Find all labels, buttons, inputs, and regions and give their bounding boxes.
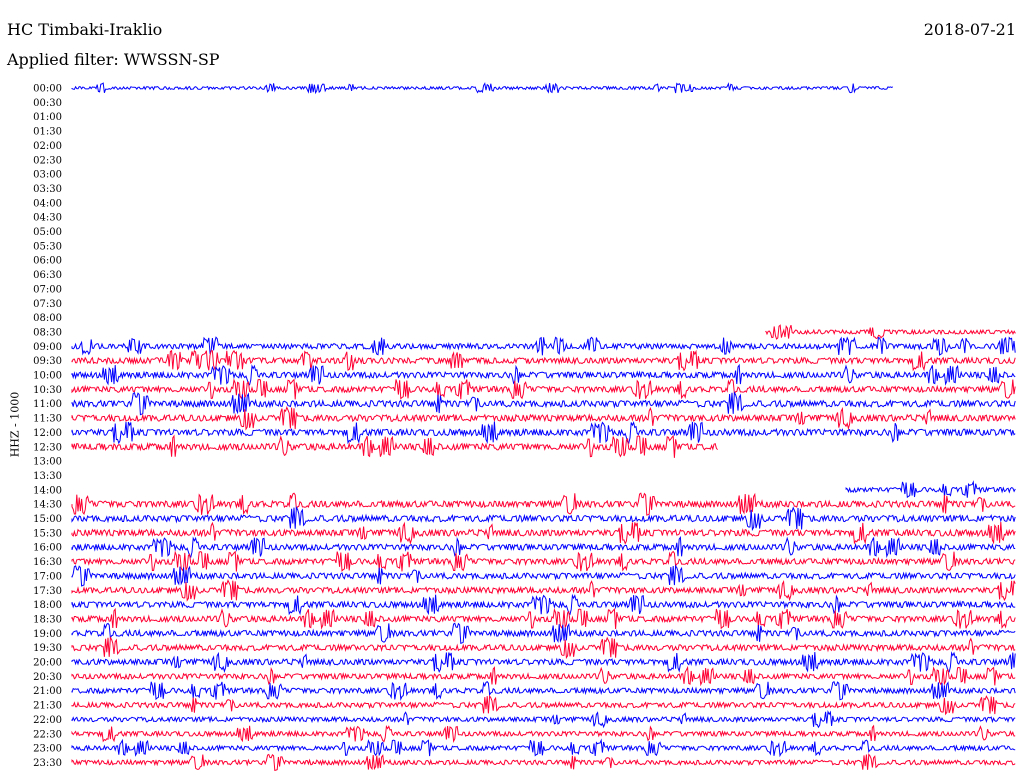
time-tick-1530: 15:30 (33, 528, 62, 539)
time-tick-0930: 09:30 (33, 356, 62, 367)
time-tick-1130: 11:30 (33, 414, 62, 425)
time-tick-1830: 18:30 (33, 614, 62, 625)
seismic-traces (71, 82, 1016, 772)
trace-row-46 (71, 738, 1016, 758)
time-tick-1300: 13:00 (33, 457, 62, 468)
time-tick-0530: 05:30 (33, 241, 62, 252)
seismogram-plot: 00:00 00:30 01:00 01:30 02:00 02:30 03:00 03:30… (33, 82, 1016, 772)
time-tick-1230: 12:30 (33, 442, 62, 453)
time-tick-1100: 11:00 (33, 399, 62, 410)
trace-row-29 (71, 492, 1016, 516)
time-tick-0730: 07:30 (33, 299, 62, 310)
time-tick-0200: 02:00 (33, 141, 62, 152)
time-tick-1430: 14:30 (33, 500, 62, 511)
trace-row-43 (71, 694, 1016, 716)
time-tick-0100: 01:00 (33, 112, 62, 123)
trace-row-19 (71, 349, 1016, 372)
time-tick-0230: 02:30 (33, 155, 62, 166)
time-tick-2130: 21:30 (33, 701, 62, 712)
time-tick-0400: 04:00 (33, 198, 62, 209)
time-tick-1900: 19:00 (33, 629, 62, 640)
time-tick-2330: 23:30 (33, 758, 62, 769)
time-tick-labels: 00:00 00:30 01:00 01:30 02:00 02:30 03:00 03:30… (33, 84, 62, 769)
time-tick-1400: 14:00 (33, 485, 62, 496)
time-tick-0900: 09:00 (33, 342, 62, 353)
trace-row-42 (71, 680, 1016, 701)
time-tick-2300: 23:00 (33, 744, 62, 755)
trace-row-24 (71, 420, 1016, 445)
time-tick-2100: 21:00 (33, 686, 62, 697)
time-tick-2000: 20:00 (33, 658, 62, 669)
time-tick-1700: 17:00 (33, 571, 62, 582)
time-tick-0330: 03:30 (33, 184, 62, 195)
time-tick-1730: 17:30 (33, 586, 62, 597)
trace-row-47 (71, 753, 1016, 772)
time-tick-0300: 03:00 (33, 170, 62, 181)
trace-row-34 (71, 564, 1016, 587)
time-tick-1030: 10:30 (33, 385, 62, 396)
trace-row-25 (71, 434, 718, 458)
time-tick-0130: 01:30 (33, 127, 62, 138)
time-tick-0800: 08:00 (33, 313, 62, 324)
trace-row-23 (71, 406, 1016, 431)
trace-row-35 (71, 579, 1016, 602)
trace-row-20 (71, 363, 1016, 386)
time-tick-1930: 19:30 (33, 643, 62, 654)
time-tick-0000: 00:00 (33, 84, 62, 95)
trace-row-18 (71, 336, 1016, 356)
time-tick-2200: 22:00 (33, 715, 62, 726)
trace-row-38 (71, 622, 1016, 644)
trace-row-0 (71, 82, 894, 95)
time-tick-0500: 05:00 (33, 227, 62, 238)
time-tick-0830: 08:30 (33, 327, 62, 338)
trace-row-39 (71, 636, 1016, 660)
trace-row-41 (71, 665, 1016, 687)
seismogram-page: HC Timbaki-Iraklio 2018-07-21 Applied fi… (0, 0, 1024, 780)
time-tick-1330: 13:30 (33, 471, 62, 482)
time-tick-1800: 18:00 (33, 600, 62, 611)
trace-row-17 (765, 324, 1016, 340)
time-tick-1600: 16:00 (33, 543, 62, 554)
time-tick-1000: 10:00 (33, 371, 62, 382)
time-tick-0700: 07:00 (33, 284, 62, 295)
trace-row-28 (845, 480, 1016, 499)
trace-row-33 (71, 550, 1016, 572)
time-tick-2030: 20:30 (33, 672, 62, 683)
trace-row-44 (71, 710, 1016, 729)
trace-row-21 (71, 378, 1016, 400)
time-tick-2230: 22:30 (33, 729, 62, 740)
time-tick-1500: 15:00 (33, 514, 62, 525)
trace-row-36 (71, 593, 1016, 616)
trace-row-45 (71, 724, 1016, 744)
trace-row-40 (71, 651, 1016, 674)
time-tick-0630: 06:30 (33, 270, 62, 281)
time-tick-0600: 06:00 (33, 256, 62, 267)
time-tick-1200: 12:00 (33, 428, 62, 439)
trace-row-32 (71, 535, 1016, 559)
trace-row-37 (71, 607, 1016, 630)
time-tick-1630: 16:30 (33, 557, 62, 568)
trace-row-22 (71, 391, 1016, 416)
time-tick-0030: 00:30 (33, 98, 62, 109)
time-tick-0430: 04:30 (33, 213, 62, 224)
